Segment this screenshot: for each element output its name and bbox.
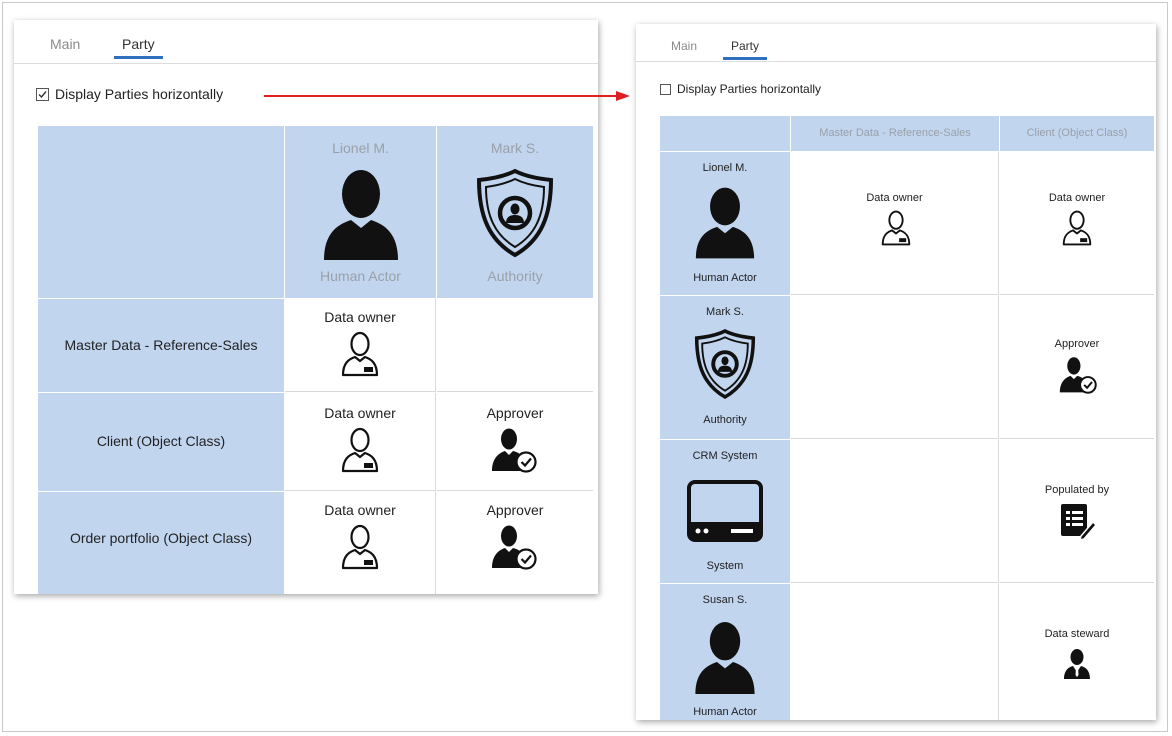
- role-label: Approver: [486, 405, 544, 421]
- data-owner-icon: [341, 331, 379, 377]
- role-cell[interactable]: Data owner: [285, 492, 436, 594]
- role-label: Data owner: [324, 502, 396, 518]
- party-name: CRM System: [692, 450, 758, 462]
- party-row-header-mark[interactable]: Mark S. Authority: [660, 296, 790, 439]
- matrix-corner-cell: [38, 126, 284, 298]
- role-cell-empty[interactable]: [437, 299, 593, 392]
- data-owner-icon: [341, 524, 379, 570]
- party-row-header-lionel[interactable]: Lionel M. Human Actor: [660, 152, 790, 295]
- data-owner-icon: [341, 427, 379, 473]
- role-label: Data owner: [866, 192, 923, 204]
- data-owner-icon: [881, 210, 911, 246]
- party-name: Susan S.: [702, 594, 748, 606]
- populated-by-icon: [1061, 504, 1095, 540]
- role-cell[interactable]: Approver: [437, 393, 593, 491]
- object-name: Client (Object Class): [96, 433, 226, 449]
- role-cell[interactable]: Data steward: [1000, 584, 1154, 720]
- role-label: Approver: [486, 502, 544, 518]
- approver-icon: [492, 525, 537, 570]
- party-type: Authority: [703, 414, 747, 426]
- party-header-mark[interactable]: Mark S. Authority: [437, 126, 593, 298]
- human-actor-icon: [324, 170, 398, 260]
- role-label: Data owner: [324, 309, 396, 325]
- left-display-horizontally-checkbox[interactable]: [36, 87, 49, 101]
- approver-icon: [1059, 357, 1097, 394]
- system-monitor-icon: [687, 480, 763, 542]
- party-row-header-susan[interactable]: Susan S. Human Actor: [660, 584, 790, 720]
- data-steward-icon: [1064, 649, 1090, 679]
- party-name: Mark S.: [706, 306, 744, 318]
- role-cell[interactable]: Data owner: [1000, 152, 1154, 295]
- object-row-header[interactable]: Order portfolio (Object Class): [38, 492, 284, 594]
- party-type: Human Actor: [693, 272, 757, 284]
- role-cell[interactable]: Data owner: [285, 299, 436, 392]
- role-label: Populated by: [1044, 484, 1110, 496]
- authority-shield-icon: [476, 168, 554, 258]
- left-display-horizontally-row: Display Parties horizontally: [36, 86, 223, 102]
- matrix-corner-cell: [660, 116, 790, 151]
- right-display-horizontally-row: Display Parties horizontally: [660, 82, 821, 96]
- role-cell[interactable]: Populated by: [1000, 440, 1154, 583]
- right-tab-main[interactable]: Main: [671, 39, 697, 53]
- object-row-header[interactable]: Client (Object Class): [38, 393, 284, 491]
- role-label: Data owner: [324, 405, 396, 421]
- object-name: Master Data - Reference-Sales: [819, 127, 971, 139]
- object-row-header[interactable]: Master Data - Reference-Sales: [38, 299, 284, 392]
- approver-icon: [492, 428, 537, 473]
- authority-shield-icon: [694, 329, 756, 400]
- left-tab-party[interactable]: Party: [114, 36, 163, 59]
- left-display-horizontally-label: Display Parties horizontally: [55, 86, 224, 102]
- role-cell[interactable]: Data owner: [791, 152, 999, 295]
- right-tab-bar: Main Party: [636, 24, 1156, 62]
- party-type: Human Actor: [693, 706, 757, 718]
- object-name: Order portfolio (Object Class): [69, 530, 253, 546]
- human-actor-icon: [695, 622, 755, 694]
- checkmark-icon: [38, 90, 47, 98]
- party-type: System: [706, 560, 744, 572]
- right-tab-party[interactable]: Party: [722, 39, 768, 60]
- object-column-header[interactable]: Client (Object Class): [1000, 116, 1154, 151]
- left-panel: Main Party Display Parties horizontally …: [14, 20, 598, 594]
- role-cell[interactable]: Approver: [437, 492, 593, 594]
- party-name: Mark S.: [490, 140, 540, 156]
- right-panel: Main Party Display Parties horizontally …: [636, 24, 1156, 720]
- transition-arrow-icon: [264, 91, 630, 101]
- role-cell[interactable]: Approver: [1000, 296, 1154, 439]
- role-label: Approver: [1054, 338, 1100, 350]
- human-actor-icon: [695, 187, 755, 259]
- object-name: Client (Object Class): [1026, 127, 1128, 139]
- role-cell[interactable]: Data owner: [285, 393, 436, 491]
- object-name: Master Data - Reference-Sales: [64, 337, 258, 353]
- role-cell-empty[interactable]: [791, 440, 999, 583]
- role-label: Data owner: [1048, 192, 1106, 204]
- party-name: Lionel M.: [702, 162, 748, 174]
- role-cell-empty[interactable]: [791, 584, 999, 720]
- right-display-horizontally-label: Display Parties horizontally: [677, 82, 822, 96]
- party-row-header-crm[interactable]: CRM System System: [660, 440, 790, 583]
- data-owner-icon: [1062, 210, 1092, 246]
- party-type: Authority: [487, 268, 543, 284]
- left-tab-main[interactable]: Main: [50, 36, 80, 52]
- party-name: Lionel M.: [332, 140, 389, 156]
- party-header-lionel[interactable]: Lionel M. Human Actor: [285, 126, 436, 298]
- role-label: Data steward: [1044, 628, 1110, 640]
- object-column-header[interactable]: Master Data - Reference-Sales: [791, 116, 999, 151]
- party-type: Human Actor: [320, 268, 401, 284]
- right-display-horizontally-checkbox[interactable]: [660, 83, 671, 95]
- role-cell-empty[interactable]: [791, 296, 999, 439]
- left-tab-bar: Main Party: [14, 20, 598, 64]
